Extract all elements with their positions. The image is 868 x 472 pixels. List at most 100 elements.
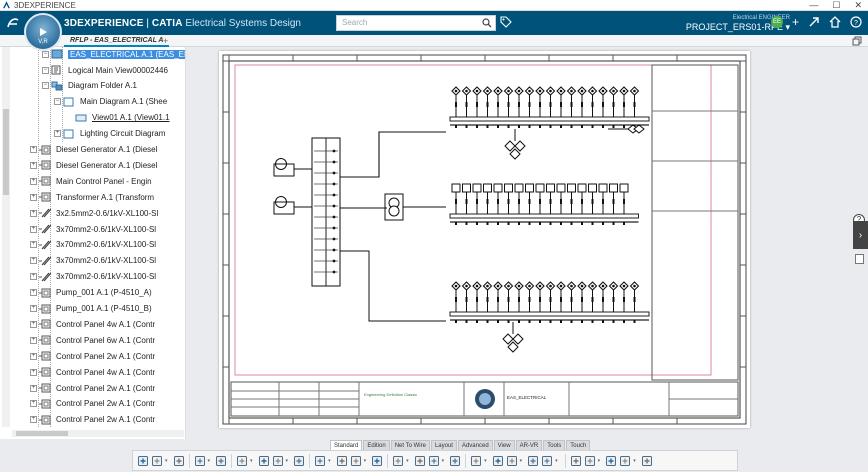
compass-icon[interactable] (428, 455, 440, 467)
tree-node[interactable]: + Lighting Circuit Diagram (54, 127, 165, 141)
home-icon[interactable] (829, 16, 841, 28)
schematic-drawing[interactable]: Engineering Definition Classic EAS_ELECTR… (219, 51, 750, 428)
expand-toggle-icon[interactable]: + (30, 193, 37, 201)
section-tab-tools[interactable]: Tools (543, 440, 566, 450)
tree-node[interactable]: + Control Panel 2w A.1 (Contr (30, 381, 155, 395)
tree-node[interactable]: − EAS_ELECTRICAL A.1 (EAS_ELEC (42, 47, 185, 61)
tree-node[interactable]: + Main Control Panel - Engin (30, 174, 152, 188)
maximize-button[interactable]: ☐ (832, 0, 840, 11)
insert-icon[interactable] (236, 455, 248, 467)
tree-node[interactable]: + Pump_001 A.1 (P-4510_A) (30, 286, 152, 300)
tree-vertical-scrollbar[interactable] (2, 47, 10, 427)
paste-icon[interactable] (173, 455, 185, 467)
tree-node[interactable]: − Logical Main View00002446 (42, 63, 168, 77)
expand-toggle-icon[interactable]: + (30, 161, 37, 169)
frame-icon[interactable] (350, 455, 362, 467)
scroll-thumb[interactable] (3, 109, 9, 195)
list-icon[interactable] (336, 455, 348, 467)
expand-toggle-icon[interactable]: + (30, 289, 37, 297)
expand-toggle-icon[interactable]: + (30, 416, 37, 424)
close-button[interactable]: ✕ (854, 0, 862, 11)
cylinder-icon[interactable] (371, 455, 383, 467)
tree-node[interactable]: − Diagram Folder A.1 (42, 79, 137, 93)
cut-icon[interactable] (137, 455, 149, 467)
tree-node[interactable]: + Control Panel 4w A.1 (Contr (30, 365, 155, 379)
cabinet-icon[interactable] (392, 455, 404, 467)
tree-node[interactable]: − Main Diagram A.1 (Shee (54, 95, 167, 109)
minimize-button[interactable]: — (809, 0, 818, 11)
expand-toggle-icon[interactable]: + (30, 320, 37, 328)
export-icon[interactable] (641, 455, 653, 467)
expand-toggle-icon[interactable]: + (30, 146, 37, 153)
drawing-sheet[interactable]: Engineering Definition Classic EAS_ELECTR… (219, 51, 750, 428)
scroll-thumb[interactable] (16, 431, 68, 436)
tree-horizontal-scrollbar[interactable] (12, 430, 184, 437)
tree-node[interactable]: +3x2.5mm2-0.6/1kV-XL100-Sl (30, 206, 158, 220)
expand-toggle-icon[interactable]: − (42, 82, 49, 90)
drawing-canvas[interactable]: Engineering Definition Classic EAS_ELECTR… (186, 47, 852, 439)
expand-panel-button[interactable]: › (853, 221, 868, 249)
expand-toggle-icon[interactable]: + (30, 400, 37, 408)
cable-icon[interactable] (492, 455, 504, 467)
undo-icon[interactable] (194, 455, 206, 467)
network-icon[interactable] (527, 455, 539, 467)
add-icon[interactable]: + (792, 16, 799, 28)
compass-widget[interactable]: V,R (24, 13, 62, 51)
tree-node[interactable]: + Diesel Generator A.1 (Diesel (30, 143, 157, 157)
document-icon[interactable] (855, 254, 864, 264)
view-icon[interactable] (272, 455, 284, 467)
section-tab-edition[interactable]: Edition (363, 440, 390, 450)
add-tab-button[interactable]: + (163, 35, 168, 47)
tree-node[interactable]: + Pump_001 A.1 (P-4510_B) (30, 302, 152, 316)
search-input[interactable]: Search (336, 15, 496, 31)
table-icon[interactable] (293, 455, 305, 467)
ds-logo-icon[interactable] (0, 11, 26, 35)
expand-toggle-icon[interactable]: + (30, 273, 37, 281)
tree-node[interactable]: + Control Panel 2w A.1 (Contr (30, 397, 155, 411)
route-icon[interactable] (449, 455, 461, 467)
tag-icon[interactable] (500, 16, 512, 28)
connector-icon[interactable] (470, 455, 482, 467)
tree-node[interactable]: +3x70mm2-0.6/1kV-XL100-Sl (30, 222, 156, 236)
specification-tree[interactable]: − EAS_ELECTRICAL A.1 (EAS_ELEC − Logical Ma… (0, 47, 186, 439)
tree-node[interactable]: + Control Panel 2w A.1 (Contr (30, 349, 155, 363)
expand-toggle-icon[interactable]: + (30, 257, 37, 265)
section-tab-view[interactable]: View (493, 440, 515, 450)
play-icon[interactable] (37, 26, 49, 38)
tree-node[interactable]: +3x70mm2-0.6/1kV-XL100-Sl (30, 270, 156, 284)
section-tab-touch[interactable]: Touch (566, 440, 591, 450)
section-tab-standard[interactable]: Standard (330, 440, 363, 450)
device-icon[interactable] (414, 455, 426, 467)
insert-part-icon[interactable] (258, 455, 270, 467)
expand-toggle-icon[interactable]: + (30, 384, 37, 392)
expand-toggle-icon[interactable]: + (30, 305, 37, 312)
expand-toggle-icon[interactable]: + (30, 209, 37, 217)
expand-toggle-icon[interactable]: − (42, 50, 49, 58)
expand-toggle-icon[interactable]: + (30, 241, 37, 249)
search-icon[interactable] (482, 18, 492, 28)
copy-icon[interactable] (151, 455, 163, 467)
tree-node[interactable]: View01 A.1 (View01.1 (66, 111, 170, 125)
grid-icon[interactable] (314, 455, 326, 467)
expand-toggle-icon[interactable]: + (54, 130, 61, 138)
tree-node[interactable]: + Transformer A.1 (Transform (30, 190, 154, 204)
camera-icon[interactable] (605, 455, 617, 467)
tree-node[interactable]: + Control Panel 2w A.1 (Contr (30, 413, 155, 427)
help-icon[interactable]: ? (850, 16, 862, 28)
section-tab-net-to-wire[interactable]: Net To Wire (390, 440, 430, 450)
section-tab-ar-vr[interactable]: AR-VR (515, 440, 543, 450)
expand-toggle-icon[interactable]: + (30, 225, 37, 233)
tree-node[interactable]: + Diesel Generator A.1 (Diesel (30, 158, 157, 172)
tree-node[interactable]: +3x70mm2-0.6/1kV-XL100-Sl (30, 238, 156, 252)
expand-toggle-icon[interactable]: + (30, 336, 37, 344)
section-tab-advanced[interactable]: Advanced (457, 440, 493, 450)
expand-toggle-icon[interactable]: + (30, 352, 37, 360)
monitor-icon[interactable] (619, 455, 631, 467)
expand-toggle-icon[interactable]: − (54, 98, 61, 106)
restore-window-icon[interactable] (852, 36, 862, 46)
wire-icon[interactable] (506, 455, 518, 467)
tab-rflp[interactable]: RFLP - EAS_ELECTRICAL A (64, 35, 170, 47)
harness-icon[interactable] (584, 455, 596, 467)
expand-toggle-icon[interactable]: + (30, 177, 37, 185)
expand-toggle-icon[interactable]: − (42, 66, 49, 74)
